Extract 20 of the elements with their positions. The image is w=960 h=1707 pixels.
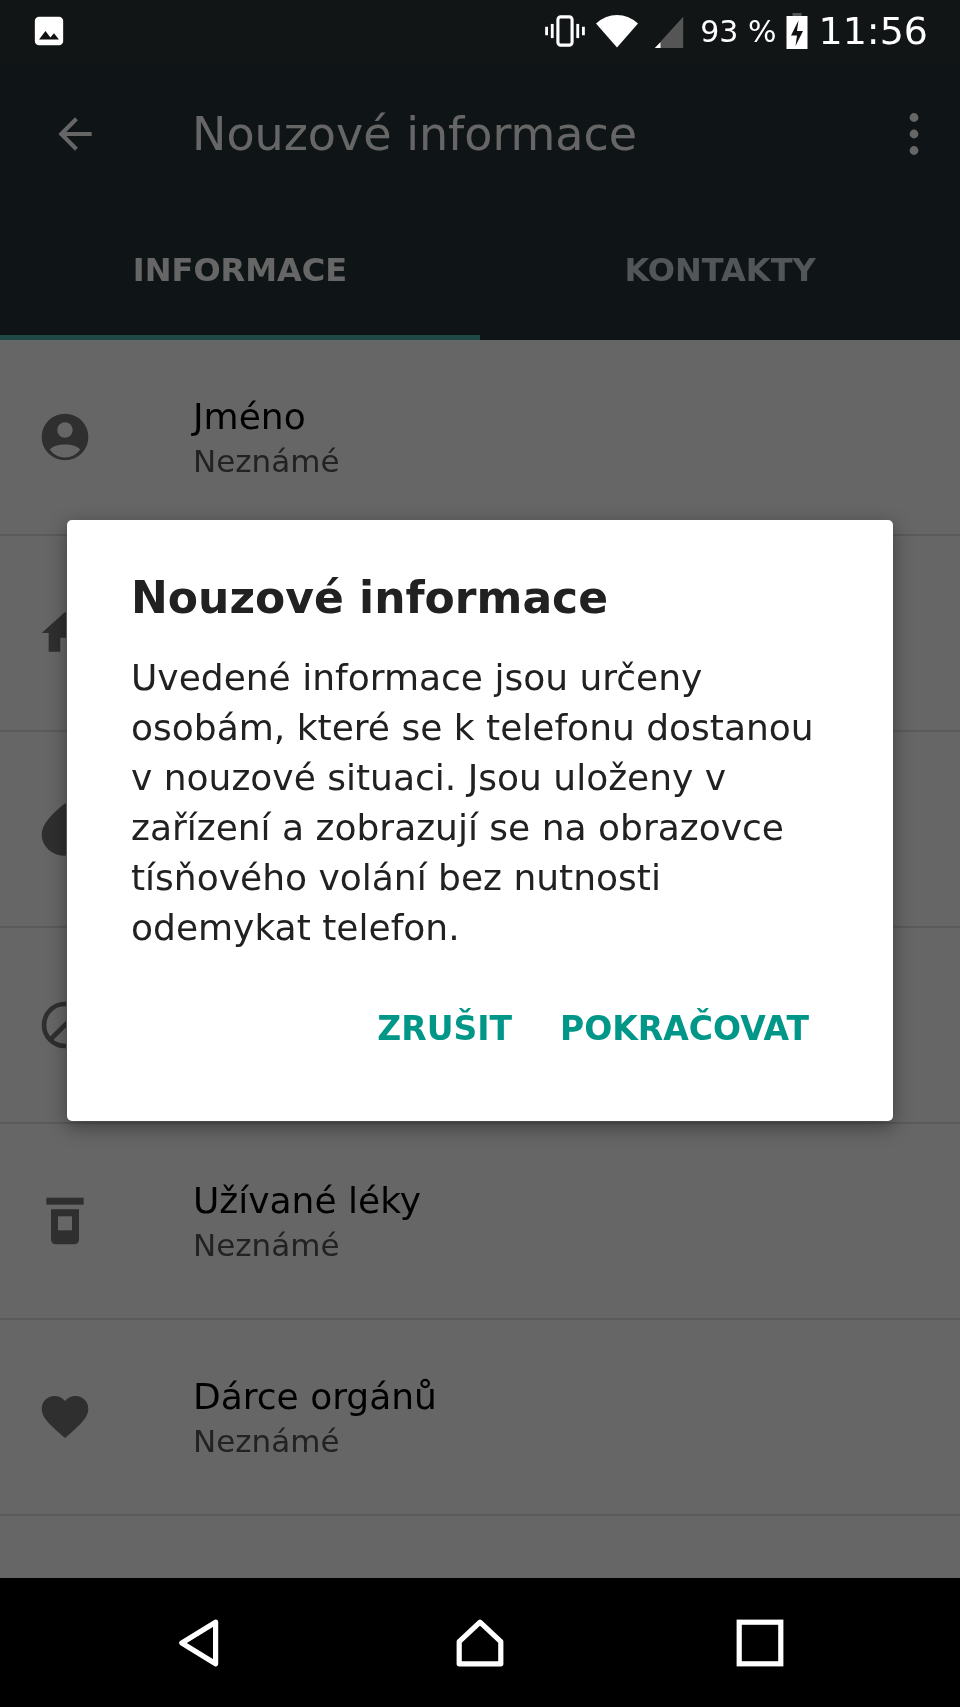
dialog-button[interactable]: ZRUŠIT <box>363 993 527 1064</box>
more-options-icon[interactable] <box>908 111 920 156</box>
dialog-button[interactable]: POKRAČOVAT <box>546 993 823 1064</box>
field-label: Dárce orgánů <box>193 1375 437 1417</box>
tab[interactable]: INFORMACE <box>0 205 480 340</box>
field-value: Neznámé <box>193 442 340 479</box>
dialog-title: Nouzové informace <box>131 572 609 623</box>
image-icon <box>32 14 66 48</box>
battery-percent: 93 % <box>700 13 777 49</box>
battery-charging-icon <box>786 13 809 49</box>
field-label: Užívané léky <box>193 1179 422 1221</box>
field-label: Jméno <box>193 395 307 437</box>
field-value: Neznámé <box>193 1226 341 1263</box>
wifi-icon <box>596 14 639 48</box>
screen-title: Nouzové informace <box>192 106 639 161</box>
dialog-message: Uvedené informace jsou určeny osobám, které se k telefonu dostanou v nouzové situaci. Jsou uloženy v zařízení a zobrazují se na obrazovce tísňového volání bez nutnosti odemykat telefon. <box>131 656 815 950</box>
vibrate-icon <box>544 14 587 48</box>
clock-time: 11:56 <box>818 9 928 53</box>
tab[interactable]: KONTAKTY <box>480 205 960 340</box>
field-value: Neznámé <box>193 1422 341 1459</box>
